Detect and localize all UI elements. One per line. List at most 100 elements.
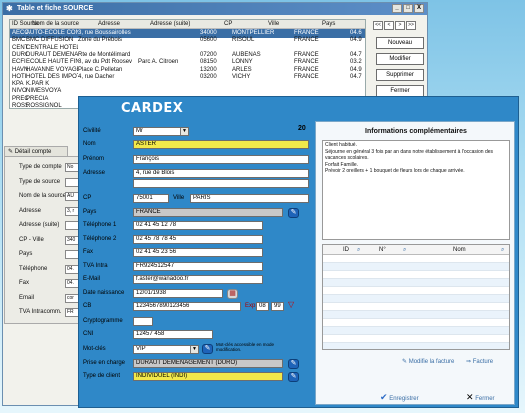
table-row[interactable] [323,295,509,303]
detail-field[interactable] [65,250,79,259]
source-window-title: Table et fiche SOURCE [17,5,94,12]
col-pays[interactable]: Pays [322,20,362,29]
cni-field[interactable]: 12457 458 [133,330,213,339]
cardex-record-number: 20 [298,125,306,132]
pays-picker-button[interactable]: ✎ [288,208,299,218]
exp-month-field[interactable]: 08 [256,302,269,311]
table-row[interactable] [323,335,509,343]
detail-field[interactable]: 3, r [65,206,79,216]
col-nom[interactable]: Nom de la source [32,20,88,29]
detail-label: Pays [19,251,33,257]
delete-button[interactable]: Supprimer [376,69,424,81]
table-row[interactable] [323,263,509,271]
last-record-button[interactable]: >> [406,21,416,30]
pencil-icon: ✎ [290,360,297,367]
email-field[interactable]: f.aster@wanadoo.fr [133,275,263,284]
detail-field[interactable]: 04. [65,279,79,288]
cp-field[interactable]: 75001 [133,194,169,203]
adresse-field[interactable]: 4, rue de Blois [133,169,309,178]
table-row[interactable] [323,255,509,263]
table-row[interactable] [323,311,509,319]
info-textarea[interactable]: Client habitué. Séjourne en général 3 fo… [322,140,510,240]
chevron-down-icon: ▼ [180,128,188,135]
prev-record-button[interactable]: < [384,21,394,30]
close-window-button[interactable]: X [414,4,424,13]
detail-label: Type de source [19,178,61,185]
col-num[interactable]: N° [379,245,386,255]
civilite-label: Civilité [83,128,101,134]
detail-field[interactable]: 04. [65,264,79,274]
fax-field[interactable]: 02 41 45 23 56 [133,248,263,257]
first-record-button[interactable]: << [373,21,383,30]
close-label: Fermer [475,396,495,402]
detail-field[interactable]: cor [65,293,79,303]
col-ville[interactable]: Ville [268,20,328,29]
detail-field[interactable] [65,221,79,230]
cb-field[interactable]: 1234567890123456 [133,302,241,311]
table-row[interactable] [323,327,509,335]
civilite-select[interactable]: Mr ▼ [133,127,189,136]
ville-field[interactable]: PARIS [190,194,309,203]
pays-field[interactable]: FRANCE [133,208,283,217]
window-controls: _ □ X [392,4,424,13]
typeclient-field[interactable]: INDIVIDUEL (INDI) [133,372,283,381]
detail-field[interactable]: No [65,163,79,172]
detail-field[interactable]: FR [65,308,79,317]
edit-button[interactable]: Modifier [376,53,424,65]
detail-field[interactable]: 340 [65,235,79,245]
invoice-link[interactable]: ⇒ Facture [466,358,493,365]
next-record-button[interactable]: > [395,21,405,30]
tel1-field[interactable]: 02 41 45 12 78 [133,221,263,230]
search-icon[interactable]: ⌕ [501,245,504,255]
exp-label: Exp [245,303,256,309]
detail-panel: Type de compte No Type de source Nom de la … [4,156,80,324]
detail-field[interactable]: AU [65,192,79,201]
warning-icon[interactable]: ▽ [288,300,294,309]
info-panel: Informations complémentaires Client habi… [315,121,515,405]
table-row[interactable] [323,319,509,327]
tva-label: TVA Intra [83,263,108,269]
naissance-field[interactable]: 12/01/1938 [133,289,223,298]
naissance-label: Date naissance [83,290,125,296]
motcles-picker-button[interactable]: ✎ [202,344,213,354]
nom-field[interactable]: ASTER [133,140,309,149]
adresse-suite-field[interactable] [133,179,309,188]
motcles-value: VIP [136,346,146,352]
edit-invoice-link[interactable]: ✎ Modifie la facture [402,358,454,365]
motcles-label: Mot-clés [83,346,106,352]
crypto-field[interactable] [133,317,153,326]
exp-year-field[interactable]: 99 [271,302,284,311]
col-adresse[interactable]: Adresse [98,20,156,29]
typeclient-picker-button[interactable]: ✎ [288,372,299,382]
col-nom[interactable]: Nom [453,245,466,255]
cb-label: CB [83,303,92,309]
search-icon[interactable]: ⌕ [357,245,360,255]
crypto-label: Cryptogramme [83,318,123,324]
calendar-button[interactable]: ▦ [227,289,238,299]
prenom-field[interactable]: François [133,155,309,164]
col-cp[interactable]: CP [224,20,252,29]
pencil-icon: ✎ [204,345,211,352]
new-button[interactable]: Nouveau [376,37,424,49]
tel2-field[interactable]: 02 45 78 78 45 [133,235,263,244]
prise-picker-button[interactable]: ✎ [288,359,299,369]
table-row[interactable] [323,279,509,287]
minimize-button[interactable]: _ [392,4,402,13]
maximize-button[interactable]: □ [403,4,413,13]
save-button[interactable]: ✔ Enregistrer [380,392,419,403]
tva-field[interactable]: FR924512547 [133,262,263,271]
detail-field[interactable] [65,177,79,187]
motcles-select[interactable]: VIP ▼ [133,345,199,354]
prise-field[interactable]: DURAUT DEMENAGEMENT (DURO) [133,359,283,368]
col-id[interactable]: ID [343,245,349,255]
info-line: Séjourne en général 3 fois par an dans n… [325,148,494,162]
col-adresse-suite[interactable]: Adresse (suite) [150,20,210,29]
table-row[interactable] [323,287,509,295]
table-row[interactable] [323,343,509,349]
source-titlebar: ✱ Table et fiche SOURCE _ □ X [3,3,427,15]
search-icon[interactable]: ⌕ [403,245,406,255]
table-row[interactable] [323,271,509,279]
close-cardex-button[interactable]: ✕ Fermer [466,392,495,403]
motcles-note: Mot-clés accessible en mode modification… [216,342,275,352]
table-row[interactable] [323,303,509,311]
